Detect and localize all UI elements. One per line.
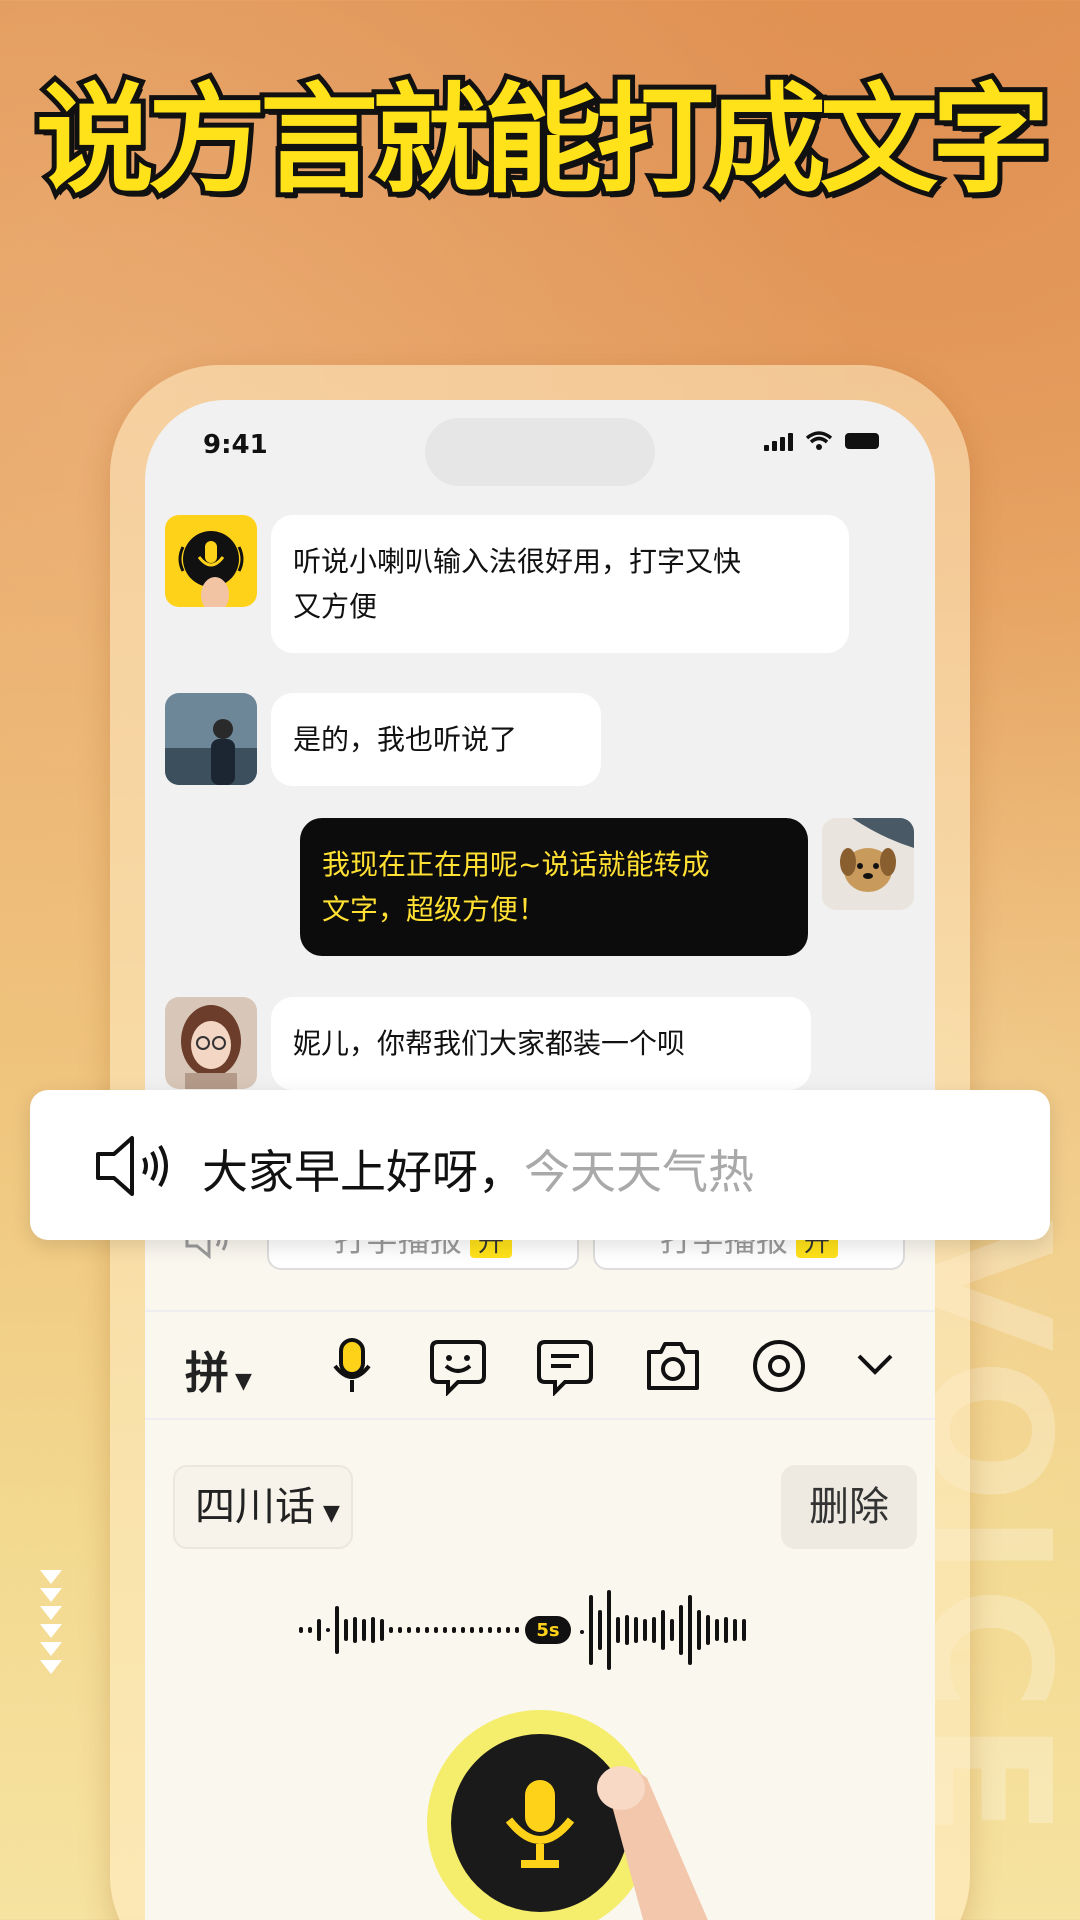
waveform-bar bbox=[598, 1610, 602, 1650]
message-row: 妮儿，你帮我们大家都装一个呗 bbox=[165, 997, 811, 1090]
dialect-label: 四川话 bbox=[195, 1484, 315, 1530]
waveform-bar bbox=[470, 1627, 474, 1633]
waveform-bar bbox=[416, 1627, 420, 1633]
waveform-bar bbox=[335, 1606, 339, 1654]
waveform-bar bbox=[515, 1627, 519, 1633]
battery-icon bbox=[845, 433, 879, 449]
waveform-bar bbox=[661, 1610, 665, 1650]
waveform-bar bbox=[308, 1627, 312, 1633]
waveform-bar bbox=[425, 1627, 429, 1633]
waveform-bar bbox=[371, 1617, 375, 1643]
settings-icon[interactable] bbox=[749, 1336, 809, 1396]
message-row: 是的，我也听说了 bbox=[165, 693, 601, 786]
waveform-bar bbox=[344, 1619, 348, 1641]
waveform-bar bbox=[643, 1619, 647, 1641]
dynamic-island bbox=[425, 418, 655, 486]
speaker-icon[interactable] bbox=[92, 1128, 192, 1204]
transcription-card: 大家早上好呀，今天天气热 bbox=[30, 1090, 1050, 1240]
input-mode-label: 拼 bbox=[185, 1348, 229, 1399]
waveform-bar bbox=[362, 1619, 366, 1641]
waveform-bar bbox=[697, 1610, 701, 1650]
waveform-bar bbox=[616, 1617, 620, 1643]
waveform-bar bbox=[679, 1605, 683, 1655]
user-avatar-dog[interactable] bbox=[822, 818, 914, 910]
record-timer: 5s bbox=[536, 1620, 559, 1641]
mic-icon[interactable] bbox=[327, 1336, 377, 1396]
transcription-pending: 今天天气热 bbox=[524, 1145, 754, 1199]
waveform-bar bbox=[607, 1590, 611, 1670]
transcription-final: 大家早上好呀， bbox=[202, 1145, 524, 1199]
waveform-bar bbox=[488, 1627, 492, 1633]
finger-pointer-icon bbox=[597, 1766, 708, 1920]
waveform-bar bbox=[380, 1619, 384, 1641]
waveform-bar bbox=[742, 1619, 746, 1641]
message-bubble: 听说小喇叭输入法很好用，打字又快 又方便 bbox=[271, 515, 849, 653]
waveform-bar bbox=[625, 1615, 629, 1645]
dialect-selector[interactable]: 四川话 ▼ bbox=[173, 1465, 353, 1549]
waveform-bar bbox=[733, 1619, 737, 1641]
input-mode-button[interactable]: 拼 ▼ bbox=[185, 1337, 252, 1401]
waveform-bar bbox=[398, 1627, 402, 1633]
signal-icon bbox=[764, 431, 793, 451]
waveform-bar bbox=[452, 1627, 456, 1633]
transcription-text: 大家早上好呀，今天天气热 bbox=[202, 1136, 754, 1202]
chevron-down-icon: ▼ bbox=[235, 1369, 252, 1394]
waveform-bar bbox=[497, 1627, 501, 1633]
message-bubble: 我现在正在用呢~说话就能转成 文字，超级方便！ bbox=[300, 818, 808, 956]
waveform-bar bbox=[434, 1627, 438, 1633]
waveform-bar bbox=[670, 1619, 674, 1641]
waveform-bar bbox=[715, 1619, 719, 1641]
waveform-bar bbox=[317, 1619, 321, 1641]
wifi-icon bbox=[805, 431, 833, 450]
waveform-bar bbox=[389, 1627, 393, 1633]
status-icons bbox=[764, 430, 879, 452]
status-time: 9:41 bbox=[203, 430, 268, 460]
waveform-bar bbox=[353, 1617, 357, 1643]
waveform-bar bbox=[580, 1630, 584, 1634]
message-bubble: 是的，我也听说了 bbox=[271, 693, 601, 786]
waveform-bar bbox=[299, 1627, 303, 1633]
waveform-bar bbox=[461, 1627, 465, 1633]
delete-button[interactable]: 删除 bbox=[781, 1465, 917, 1549]
headline: 说方言就能打成文字 bbox=[31, 66, 1055, 214]
waveform-bar bbox=[479, 1627, 483, 1633]
chevron-down-icon: ▼ bbox=[323, 1501, 340, 1526]
waveform-bar bbox=[706, 1615, 710, 1645]
scroll-down-arrows-icon bbox=[40, 1570, 64, 1678]
message-row: 我现在正在用呢~说话就能转成 文字，超级方便！ bbox=[300, 818, 914, 956]
waveform-bar bbox=[326, 1628, 330, 1632]
waveform-bar bbox=[724, 1617, 728, 1643]
voice-waveform: 5s bbox=[299, 1590, 746, 1670]
user-avatar-man[interactable] bbox=[165, 693, 257, 785]
keyboard-toolbar: 拼 ▼ bbox=[145, 1310, 935, 1420]
message-bubble: 妮儿，你帮我们大家都装一个呗 bbox=[271, 997, 811, 1090]
emoji-icon[interactable] bbox=[428, 1336, 488, 1396]
waveform-bar bbox=[589, 1595, 593, 1665]
user-avatar-girl[interactable] bbox=[165, 997, 257, 1089]
waveform-bar bbox=[652, 1617, 656, 1643]
waveform-bar bbox=[688, 1595, 692, 1665]
waveform-bar bbox=[634, 1617, 638, 1643]
waveform-bar bbox=[443, 1627, 447, 1633]
camera-icon[interactable] bbox=[643, 1338, 703, 1394]
app-logo-icon[interactable] bbox=[165, 515, 257, 607]
keyboard-panel: 打字播报升 打字播报升 拼 ▼ 四川话 ▼ 删除 5s bbox=[145, 1200, 935, 1920]
waveform-bar bbox=[506, 1627, 510, 1633]
collapse-icon[interactable] bbox=[855, 1348, 895, 1378]
phrase-icon[interactable] bbox=[535, 1336, 595, 1396]
message-row: 听说小喇叭输入法很好用，打字又快 又方便 bbox=[165, 515, 849, 653]
waveform-bar bbox=[407, 1627, 411, 1633]
